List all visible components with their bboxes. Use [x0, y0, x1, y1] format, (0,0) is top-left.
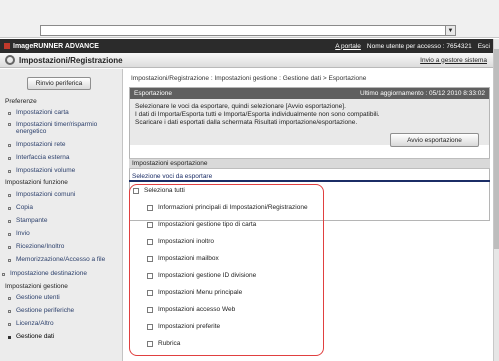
- chevron-down-icon[interactable]: ▼: [445, 26, 455, 35]
- option-checkbox[interactable]: Impostazioni gestione tipo di carta: [147, 221, 256, 228]
- sidebar-item-device-management[interactable]: Gestione periferiche: [8, 305, 120, 317]
- product-bar: ImageRUNNER ADVANCE A portale Nome utent…: [0, 39, 493, 53]
- product-name: ImageRUNNER ADVANCE: [13, 42, 99, 50]
- bullet-icon: [8, 232, 11, 236]
- sidebar-item-external-interface[interactable]: Interfaccia esterna: [8, 152, 120, 164]
- sidebar-item-receive-forward[interactable]: Ricezione/Inoltro: [8, 241, 120, 253]
- scrollbar-thumb[interactable]: [494, 49, 499, 249]
- page-title: Impostazioni/Registrazione: [19, 55, 123, 65]
- checkbox-icon[interactable]: [147, 323, 153, 330]
- bullet-icon: [8, 258, 11, 262]
- sidebar-section-function: Impostazioni funzione: [5, 179, 68, 186]
- logo-icon: [4, 43, 10, 49]
- bullet-icon: [8, 156, 11, 160]
- option-checkbox[interactable]: Informazioni principali di Impostazioni/…: [147, 204, 308, 211]
- checkbox-icon[interactable]: [147, 204, 153, 211]
- bullet-icon: [8, 206, 11, 210]
- bullet-icon: [2, 272, 5, 276]
- bullet-icon: [8, 169, 11, 173]
- option-checkbox[interactable]: Impostazioni inoltro: [147, 238, 214, 245]
- select-items-heading: Selezione voci da esportare: [129, 173, 490, 182]
- sidebar-item-copy[interactable]: Copia: [8, 202, 120, 214]
- bullet-icon: [8, 123, 11, 126]
- option-checkbox[interactable]: Rubrica: [147, 340, 180, 347]
- bullet-icon: [8, 309, 11, 313]
- bullet-icon: [8, 296, 11, 300]
- panel-header: Esportazione Ultimo aggiornamento : 05/1…: [130, 88, 489, 99]
- last-updated: Ultimo aggiornamento : 05/12 2010 8:33:0…: [359, 90, 485, 97]
- sidebar-item-common[interactable]: Impostazioni comuni: [8, 189, 120, 201]
- start-export-button[interactable]: Avvio esportazione: [390, 133, 479, 147]
- sidebar-item-network[interactable]: Impostazioni rete: [8, 139, 120, 151]
- option-checkbox[interactable]: Impostazioni mailbox: [147, 255, 219, 262]
- bullet-icon: [8, 143, 11, 147]
- bullet-icon: [8, 335, 11, 339]
- sidebar: Rinvio periferica Preferenze Impostazion…: [0, 69, 123, 361]
- sidebar-item-paper-settings[interactable]: Impostazioni carta: [8, 107, 120, 119]
- gear-icon: [5, 55, 15, 65]
- checkbox-icon[interactable]: [147, 340, 153, 347]
- sidebar-item-storage-access[interactable]: Memorizzazione/Accesso a file: [8, 254, 120, 266]
- sidebar-item-license[interactable]: Licenza/Altro: [8, 318, 120, 330]
- device-return-button[interactable]: Rinvio periferica: [27, 77, 91, 90]
- instruction-line: Scaricare i dati esportati dalla scherma…: [135, 119, 358, 127]
- checkbox-icon[interactable]: [147, 238, 153, 245]
- instruction-line: I dati di Importa/Esporta tutti e Import…: [135, 111, 380, 119]
- checkbox-icon[interactable]: [147, 272, 153, 279]
- sidebar-item-destination[interactable]: Impostazione destinazione: [2, 268, 114, 280]
- title-bar: Impostazioni/Registrazione Invio a gesto…: [0, 53, 493, 68]
- sidebar-item-timer-energy[interactable]: Impostazioni timer/risparmio energetico: [8, 121, 120, 141]
- sidebar-item-printer[interactable]: Stampante: [8, 215, 120, 227]
- select-all-checkbox[interactable]: Seleziona tutti: [133, 187, 185, 194]
- panel-title: Esportazione: [134, 90, 172, 97]
- sidebar-item-volume[interactable]: Impostazioni volume: [8, 165, 120, 177]
- bullet-icon: [8, 322, 11, 326]
- sidebar-item-user-management[interactable]: Gestione utenti: [8, 292, 120, 304]
- checkbox-icon[interactable]: [133, 187, 139, 194]
- option-checkbox[interactable]: Impostazioni gestione ID divisione: [147, 272, 256, 279]
- checkbox-icon[interactable]: [147, 255, 153, 262]
- sidebar-section-preferences: Preferenze: [5, 98, 37, 105]
- bullet-icon: [8, 193, 11, 197]
- bullet-icon: [8, 219, 11, 223]
- checkbox-icon[interactable]: [147, 289, 153, 296]
- sidebar-item-send[interactable]: Invio: [8, 228, 120, 240]
- instruction-line: Selezionare le voci da esportare, quindi…: [135, 103, 346, 110]
- main-content: Impostazioni/Registrazione : Impostazion…: [125, 69, 493, 361]
- vertical-scrollbar[interactable]: [493, 39, 499, 361]
- portal-link[interactable]: A portale: [335, 43, 361, 50]
- user-label: Nome utente per accesso : 7654321: [366, 42, 472, 50]
- checkbox-icon[interactable]: [147, 306, 153, 313]
- option-checkbox[interactable]: Impostazioni preferite: [147, 323, 220, 330]
- bullet-icon: [8, 111, 11, 115]
- logout-link[interactable]: Esci: [478, 43, 490, 50]
- sidebar-section-management: Impostazioni gestione: [5, 283, 68, 290]
- address-dropdown[interactable]: ▼: [40, 25, 456, 36]
- checkbox-icon[interactable]: [147, 221, 153, 228]
- sidebar-item-data-management[interactable]: Gestione dati: [8, 331, 120, 343]
- option-checkbox[interactable]: Impostazioni accesso Web: [147, 306, 235, 313]
- breadcrumb: Impostazioni/Registrazione : Impostazion…: [131, 75, 367, 82]
- browser-toolbar: ▼: [0, 0, 499, 38]
- option-checkbox[interactable]: Impostazioni Menu principale: [147, 289, 242, 296]
- send-to-admin-link[interactable]: Invio a gestore sistema: [420, 57, 487, 64]
- bullet-icon: [8, 245, 11, 249]
- export-settings-heading: Impostazioni esportazione: [129, 158, 490, 169]
